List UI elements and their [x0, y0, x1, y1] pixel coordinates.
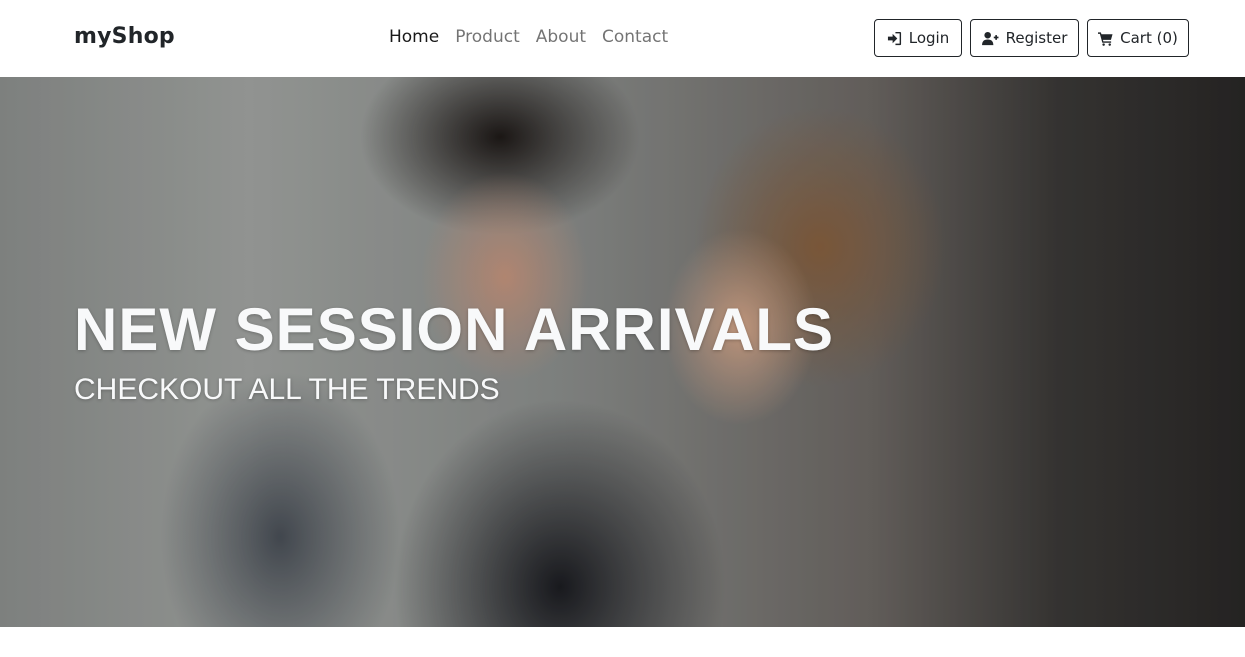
login-button[interactable]: Login: [874, 19, 962, 57]
nav-link-about[interactable]: About: [536, 27, 586, 47]
hero-subtitle: CHECKOUT ALL THE TRENDS: [74, 373, 500, 406]
cart-icon: [1098, 31, 1113, 46]
cart-button[interactable]: Cart (0): [1087, 19, 1189, 57]
nav-link-home[interactable]: Home: [389, 27, 439, 47]
nav-link-contact[interactable]: Contact: [602, 27, 668, 47]
register-label: Register: [1005, 29, 1068, 47]
nav-link-product[interactable]: Product: [455, 27, 520, 47]
sign-in-icon: [887, 31, 901, 45]
brand-logo[interactable]: myShop: [74, 24, 175, 49]
cart-label: Cart (0): [1120, 29, 1178, 47]
navbar: myShop Home Product About Contact Login …: [0, 0, 1245, 77]
hero-banner: NEW SESSION ARRIVALS CHECKOUT ALL THE TR…: [0, 77, 1245, 627]
hero-title: NEW SESSION ARRIVALS: [74, 296, 835, 363]
user-plus-icon: [981, 31, 999, 45]
nav-links: Home Product About Contact: [389, 27, 684, 47]
register-button[interactable]: Register: [970, 19, 1079, 57]
login-label: Login: [908, 29, 950, 47]
